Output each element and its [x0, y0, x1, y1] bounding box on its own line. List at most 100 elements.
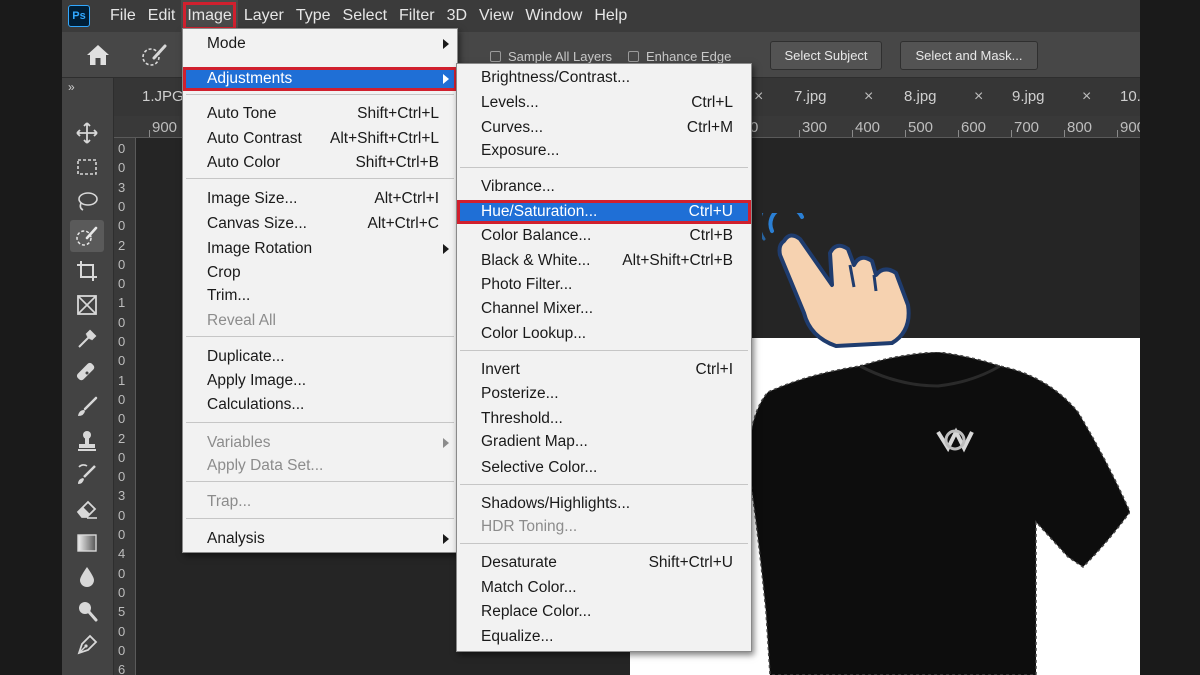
menu-item-label: Threshold...	[481, 410, 563, 427]
menu-item-label: Color Balance...	[481, 227, 592, 244]
adjustments-item-hue-saturation[interactable]: Hue/Saturation... Ctrl+U	[457, 200, 751, 224]
clone-stamp-tool-icon[interactable]	[74, 428, 100, 454]
menu-view[interactable]: View	[473, 0, 519, 32]
adjustments-item-threshold[interactable]: Threshold...	[457, 407, 751, 431]
menu-item-label: Image Rotation	[207, 240, 313, 257]
image-menu-item-auto-contrast[interactable]: Auto Contrast Alt+Shift+Ctrl+L	[183, 127, 457, 151]
menu-item-shortcut: Ctrl+I	[695, 361, 733, 378]
menu-item-label: Auto Tone	[207, 105, 277, 122]
image-menu-item-mode[interactable]: Mode	[183, 32, 457, 56]
adjustments-submenu: Brightness/Contrast... Levels... Ctrl+L Cur…	[456, 63, 752, 652]
eyedropper-tool-icon[interactable]	[74, 326, 100, 352]
sample-all-layers-checkbox[interactable]: Sample All Layers	[490, 49, 612, 64]
ruler-label: 900	[1120, 119, 1140, 136]
marquee-tool-icon[interactable]	[74, 154, 100, 180]
image-menu-item-calculations[interactable]: Calculations...	[183, 393, 457, 417]
tab-close-icon[interactable]: ×	[754, 78, 763, 116]
select-and-mask-button[interactable]: Select and Mask...	[900, 41, 1038, 70]
tab-8jpg[interactable]: 8.jpg	[904, 78, 937, 116]
adjustments-item-curves[interactable]: Curves... Ctrl+M	[457, 116, 751, 140]
menu-item-shortcut: Ctrl+U	[688, 203, 733, 220]
menu-item-label: Selective Color...	[481, 459, 598, 476]
image-menu-item-adjustments[interactable]: Adjustments	[183, 67, 457, 91]
ruler-label: 0	[118, 160, 126, 176]
adjustments-item-exposure[interactable]: Exposure...	[457, 139, 751, 163]
eraser-tool-icon[interactable]	[74, 496, 100, 522]
home-icon[interactable]	[86, 44, 110, 66]
image-menu-item-auto-tone[interactable]: Auto Tone Shift+Ctrl+L	[183, 102, 457, 126]
menu-item-label: Trim...	[207, 287, 251, 304]
ruler-label: 300	[802, 119, 828, 136]
history-brush-tool-icon[interactable]	[74, 462, 100, 488]
adjustments-item-vibrance[interactable]: Vibrance...	[457, 175, 751, 199]
quick-selection-tool-icon[interactable]	[70, 220, 104, 252]
brush-tool-icon[interactable]	[74, 394, 100, 420]
image-menu-item-image-rotation[interactable]: Image Rotation	[183, 237, 457, 261]
adjustments-item-photo-filter[interactable]: Photo Filter...	[457, 273, 751, 297]
image-menu: Mode Adjustments Auto Tone Shift+Ctrl+L Auto…	[182, 28, 458, 553]
tab-7jpg[interactable]: 7.jpg	[794, 78, 827, 116]
adjustments-item-selective-color[interactable]: Selective Color...	[457, 456, 751, 480]
adjustments-item-replace-color[interactable]: Replace Color...	[457, 600, 751, 624]
tab-9jpg[interactable]: 9.jpg	[1012, 78, 1045, 116]
adjustments-item-shadows-highlights[interactable]: Shadows/Highlights...	[457, 492, 751, 516]
image-menu-item-apply-image[interactable]: Apply Image...	[183, 369, 457, 393]
lasso-tool-icon[interactable]	[74, 188, 100, 214]
image-menu-item-crop[interactable]: Crop	[183, 261, 457, 285]
ruler-label: 500	[908, 119, 934, 136]
image-menu-item-canvas-size[interactable]: Canvas Size... Alt+Ctrl+C	[183, 212, 457, 236]
ruler-label: 0	[118, 642, 126, 658]
frame-tool-icon[interactable]	[74, 292, 100, 318]
quick-selection-brush-icon[interactable]	[140, 42, 168, 68]
menu-window[interactable]: Window	[519, 0, 588, 32]
adjustments-item-equalize[interactable]: Equalize...	[457, 625, 751, 649]
ruler-label: 0	[118, 198, 126, 214]
enhance-edge-checkbox[interactable]: Enhance Edge	[628, 49, 731, 64]
tools-panel: »	[62, 78, 114, 675]
select-subject-button[interactable]: Select Subject	[770, 41, 882, 70]
menu-help[interactable]: Help	[588, 0, 633, 32]
adjustments-item-black-white[interactable]: Black & White... Alt+Shift+Ctrl+B	[457, 249, 751, 273]
menu-edit[interactable]: Edit	[142, 0, 182, 32]
image-menu-item-analysis[interactable]: Analysis	[183, 527, 457, 551]
crop-tool-icon[interactable]	[74, 258, 100, 284]
menu-item-label: HDR Toning...	[481, 518, 578, 535]
ruler-label: 0	[118, 314, 126, 330]
image-menu-item-auto-color[interactable]: Auto Color Shift+Ctrl+B	[183, 151, 457, 175]
menu-separator	[460, 543, 748, 544]
submenu-arrow-icon	[443, 74, 449, 84]
collapse-panel-icon[interactable]: »	[68, 80, 75, 94]
image-menu-item-trim[interactable]: Trim...	[183, 284, 457, 308]
adjustments-item-channel-mixer[interactable]: Channel Mixer...	[457, 297, 751, 321]
healing-brush-tool-icon[interactable]	[74, 360, 100, 386]
adjustments-item-invert[interactable]: Invert Ctrl+I	[457, 358, 751, 382]
ruler-label: 0	[118, 276, 126, 292]
tab-close-icon[interactable]: ×	[1082, 78, 1091, 116]
menu-item-label: Levels...	[481, 94, 539, 111]
menu-item-label: Shadows/Highlights...	[481, 495, 631, 512]
ruler-label: 2	[118, 430, 126, 446]
image-menu-item-image-size[interactable]: Image Size... Alt+Ctrl+I	[183, 187, 457, 211]
dodge-tool-icon[interactable]	[74, 598, 100, 624]
menu-file[interactable]: File	[104, 0, 142, 32]
tab-close-icon[interactable]: ×	[864, 78, 873, 116]
adjustments-item-desaturate[interactable]: Desaturate Shift+Ctrl+U	[457, 551, 751, 575]
ruler-label: 700	[1014, 119, 1040, 136]
tab-1jpg[interactable]: 1.JPG	[142, 78, 184, 116]
ruler-label: 4	[118, 546, 126, 562]
blur-tool-icon[interactable]	[74, 564, 100, 590]
adjustments-item-posterize[interactable]: Posterize...	[457, 382, 751, 406]
gradient-tool-icon[interactable]	[74, 530, 100, 556]
tab-10[interactable]: 10.	[1120, 78, 1140, 116]
image-menu-item-duplicate[interactable]: Duplicate...	[183, 345, 457, 369]
adjustments-item-color-lookup[interactable]: Color Lookup...	[457, 322, 751, 346]
adjustments-item-gradient-map[interactable]: Gradient Map...	[457, 430, 751, 454]
adjustments-item-match-color[interactable]: Match Color...	[457, 576, 751, 600]
adjustments-item-color-balance[interactable]: Color Balance... Ctrl+B	[457, 224, 751, 248]
adjustments-item-brightness-contrast[interactable]: Brightness/Contrast...	[457, 66, 751, 90]
ruler-label: 1	[118, 295, 126, 311]
move-tool-icon[interactable]	[74, 120, 100, 146]
adjustments-item-levels[interactable]: Levels... Ctrl+L	[457, 91, 751, 115]
tab-close-icon[interactable]: ×	[974, 78, 983, 116]
pen-tool-icon[interactable]	[74, 632, 100, 658]
